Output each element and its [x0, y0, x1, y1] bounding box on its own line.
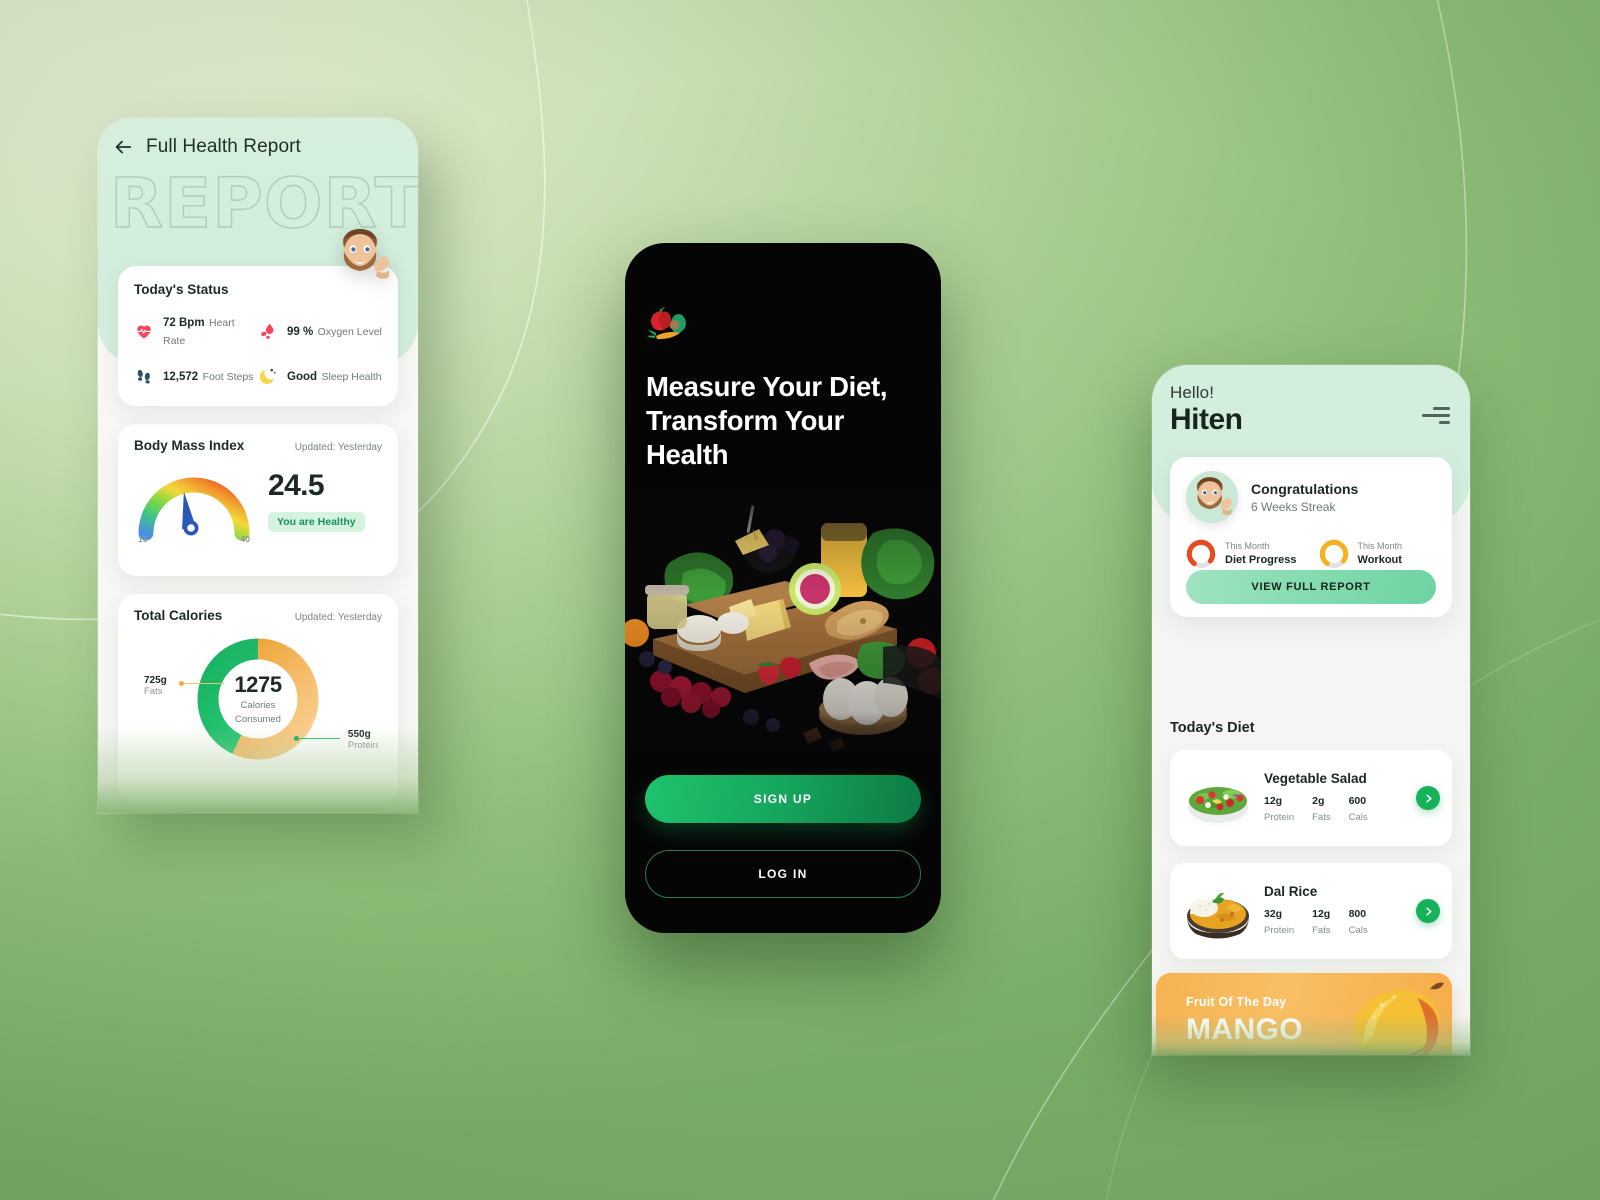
phone-dashboard: Hello! Hiten Congratulations 6 Weeks Str… [1152, 365, 1470, 1055]
chevron-right-icon[interactable] [1416, 786, 1440, 810]
view-full-report-button[interactable]: VIEW FULL REPORT [1186, 570, 1436, 604]
crescent-moon-icon [258, 366, 278, 386]
stat-label: Oxygen Level [317, 326, 382, 338]
diet-progress-ring-chart [1186, 539, 1216, 569]
congrats-subtitle: 6 Weeks Streak [1251, 499, 1336, 514]
dal-rice-bowl-image [1182, 880, 1254, 942]
stat-sleep-health: Good Sleep Health [258, 366, 382, 386]
user-name: Hiten [1170, 403, 1243, 436]
page-title: Full Health Report [146, 136, 301, 157]
fruit-banner-name: MANGO [1186, 1013, 1303, 1046]
login-button[interactable]: LOG IN [645, 850, 921, 898]
protein-label: Protein [347, 740, 378, 751]
progress-rings: This Month Diet Progress This Month Work… [1186, 539, 1436, 569]
stat-value: 99 % [287, 326, 314, 338]
fats-value: 725g [144, 675, 167, 686]
protein-callout-label: 550g Protein [348, 729, 378, 751]
stat-value: 72 Bpm [163, 317, 205, 329]
left-phone-topbar: Full Health Report [112, 136, 301, 158]
gauge-max-label: 40 [240, 534, 250, 544]
calories-center-caption-2: Consumed [235, 714, 281, 725]
greeting-text: Hello! [1170, 383, 1215, 402]
fruit-banner-eyebrow: Fruit Of The Day [1186, 995, 1287, 1009]
calories-center-caption-1: Calories [240, 700, 276, 712]
total-calories-card: Total Calories Updated: Yesterday 1275 C… [118, 594, 398, 804]
fats-leader-line [179, 681, 224, 686]
stat-value: Good [287, 371, 318, 383]
bearded-man-thumbs-up-emoji [330, 222, 396, 288]
stat-heart-rate: 72 Bpm Heart Rate [134, 313, 258, 349]
stat-foot-steps: 12,572 Foot Steps [134, 366, 258, 386]
hamburger-menu-icon[interactable] [1422, 407, 1450, 424]
bmi-status-badge: You are Healthy [268, 512, 365, 532]
list-item[interactable]: Dal Rice 32g Protein 12g Fats 800 Cals [1170, 863, 1452, 959]
bmi-value: 24.5 [268, 469, 325, 502]
bmi-updated-label: Updated: Yesterday [294, 442, 382, 453]
macro-protein: 12g Protein [1264, 795, 1295, 823]
hero-headline: Measure Your Diet, Transform Your Health [646, 371, 888, 471]
stat-value: 12,572 [163, 371, 199, 383]
vegetable-salad-bowl-image [1182, 767, 1254, 829]
fruit-of-the-day-banner[interactable]: Fruit Of The Day MANGO [1156, 973, 1452, 1055]
diet-item-name: Vegetable Salad [1264, 771, 1367, 786]
list-item[interactable]: Vegetable Salad 12g Protein 2g Fats 600 Cal… [1170, 750, 1452, 846]
todays-diet-heading: Today's Diet [1170, 720, 1255, 736]
ring-label: Workout [1357, 553, 1402, 566]
ring-label: Diet Progress [1225, 553, 1297, 566]
calories-updated-label: Updated: Yesterday [294, 612, 382, 623]
bmi-card-heading: Body Mass Index [134, 438, 245, 453]
fruits-vegetables-emoji [647, 306, 693, 348]
blood-drop-icon [258, 321, 278, 341]
calories-donut-chart: 1275 Calories Consumed [192, 633, 324, 765]
phone-full-health-report: Full Health Report REPORT Today's Status [98, 118, 418, 813]
healthy-food-spread-photo [625, 481, 941, 763]
protein-value: 550g [347, 729, 371, 740]
macro-fats: 12g Fats [1312, 908, 1331, 936]
diet-item-name: Dal Rice [1264, 884, 1318, 899]
macro-fats: 2g Fats [1312, 795, 1331, 823]
fats-label: Fats [144, 686, 163, 697]
stat-label: Foot Steps [202, 371, 254, 383]
calories-card-heading: Total Calories [134, 608, 223, 623]
macro-cals: 800 Cals [1348, 908, 1368, 936]
ring-workout: This Month Workout [1319, 539, 1403, 569]
macro-protein: 32g Protein [1264, 908, 1295, 936]
mango-fruit-image [1338, 973, 1452, 1055]
stat-oxygen-level: 99 % Oxygen Level [258, 313, 382, 349]
body-mass-index-card: Body Mass Index Updated: Yesterday 15 40… [118, 424, 398, 576]
heart-pulse-icon [134, 321, 154, 341]
gauge-min-label: 15 [138, 534, 148, 544]
protein-leader-line [294, 736, 340, 741]
phone-onboarding: Measure Your Diet, Transform Your Health [625, 243, 941, 933]
congrats-title: Congratulations [1251, 480, 1359, 497]
ring-diet-progress: This Month Diet Progress [1186, 539, 1297, 569]
avatar [1186, 471, 1238, 523]
workout-ring-chart [1319, 539, 1349, 569]
calories-center-value: 1275 [234, 672, 282, 698]
footsteps-icon [134, 366, 154, 386]
macro-cals: 600 Cals [1348, 795, 1368, 823]
bmi-gauge-chart: 15 40 [134, 465, 254, 544]
ring-period: This Month [1357, 541, 1403, 551]
back-arrow-icon[interactable] [112, 136, 134, 158]
fats-callout-label: 725g Fats [144, 675, 167, 697]
ring-period: This Month [1225, 541, 1270, 551]
congratulations-card: Congratulations 6 Weeks Streak This Mont… [1170, 457, 1452, 617]
status-stat-grid: 72 Bpm Heart Rate 99 % Oxygen Level 12,5… [134, 313, 382, 386]
stat-label: Sleep Health [321, 371, 382, 383]
signup-button[interactable]: SIGN UP [645, 775, 921, 823]
greeting-block: Hello! Hiten [1170, 383, 1243, 438]
chevron-right-icon[interactable] [1416, 899, 1440, 923]
